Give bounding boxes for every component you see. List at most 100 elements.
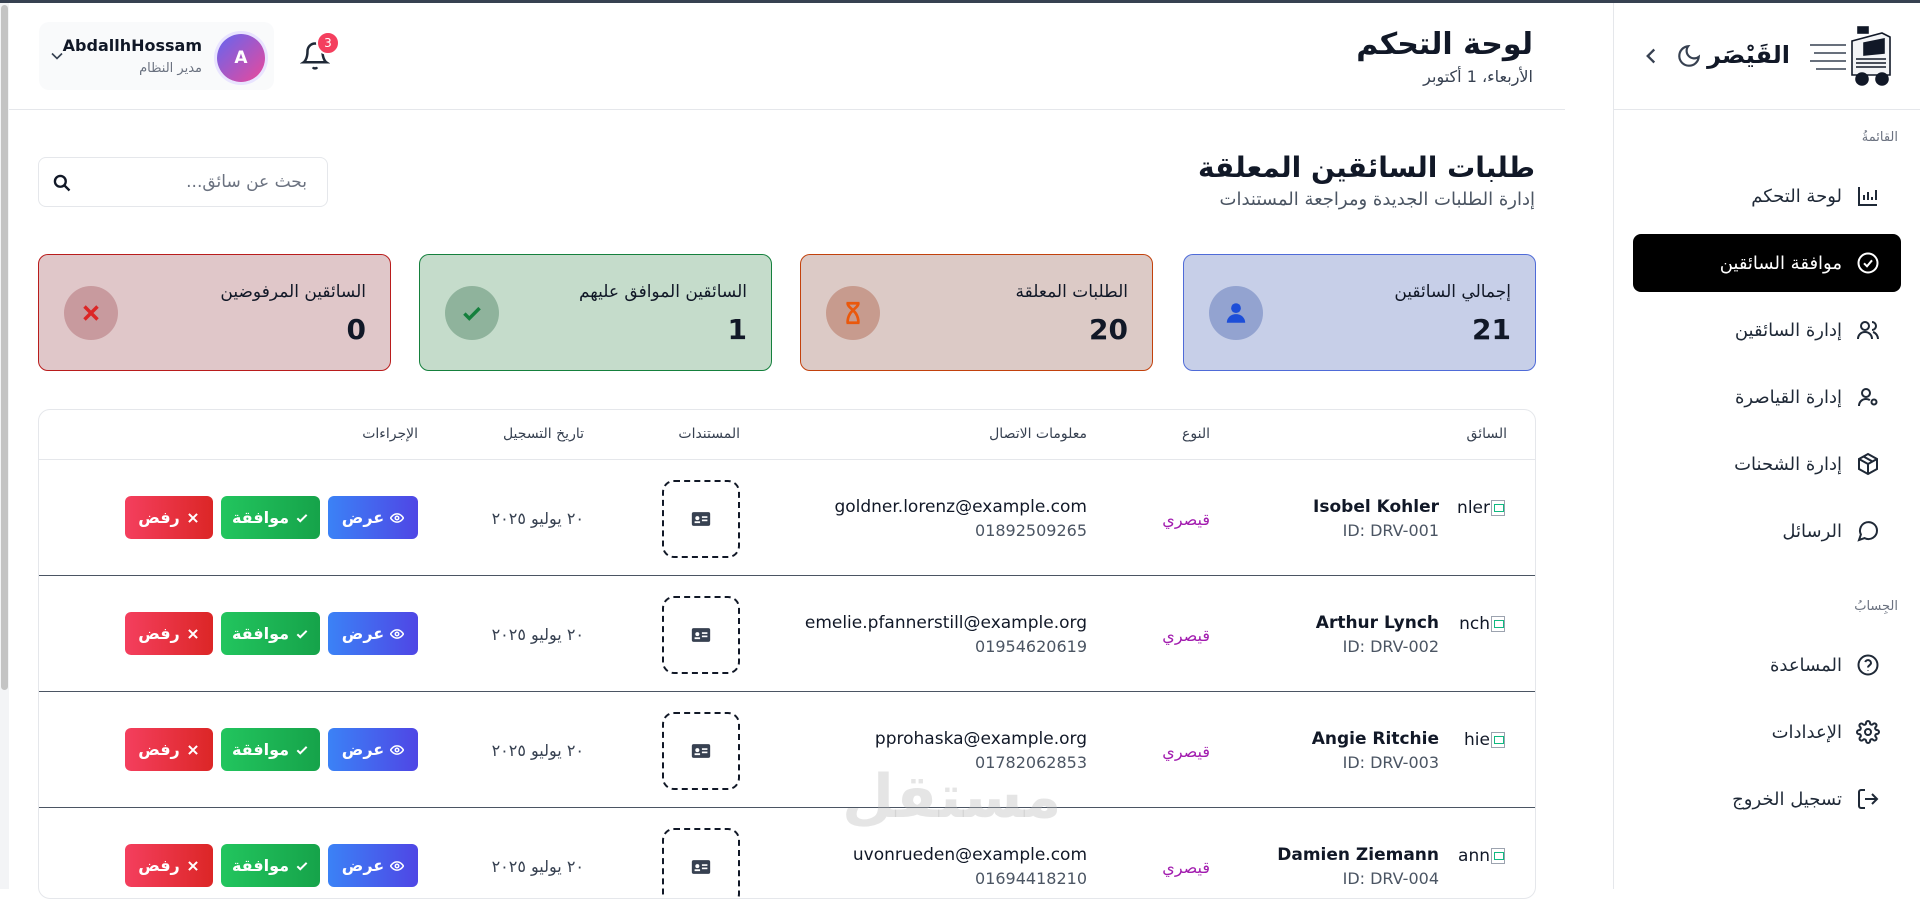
sidebar-item-logout[interactable]: تسجيل الخروج <box>1633 770 1901 828</box>
registration-date: ٢٠ يوليو ٢٠٢٥ <box>491 509 584 528</box>
moon-icon[interactable] <box>1676 43 1702 69</box>
table-row: nch Arthur Lynch ID: DRV-002 قيصري emeli… <box>39 576 1535 692</box>
reject-button[interactable]: رفض <box>125 612 213 655</box>
hourglass-icon-circle <box>826 286 880 340</box>
document-card[interactable] <box>662 480 740 558</box>
driver-name: Isobel Kohler <box>1313 497 1439 517</box>
logout-icon <box>1858 789 1879 809</box>
id-card-icon <box>691 744 711 758</box>
driver-email: pprohaska@example.org <box>874 729 1087 749</box>
view-button[interactable]: عرض <box>328 728 418 771</box>
scrollbar-thumb[interactable] <box>1 5 8 690</box>
stat-label: السائقين الموافق عليهم <box>578 282 747 302</box>
driver-id: ID: DRV-003 <box>1342 753 1439 772</box>
driver-email: emelie.pfannerstill@example.org <box>804 613 1087 633</box>
section-title: طلبات السائقين المعلقة <box>1197 151 1535 184</box>
table-row: ann Damien Ziemann ID: DRV-004 قيصري uvo… <box>39 808 1535 898</box>
stat-value: 20 <box>1089 313 1128 346</box>
search-icon[interactable] <box>52 173 72 193</box>
approve-button[interactable]: موافقة <box>221 728 320 771</box>
sidebar-section-account: الجِسابُ <box>1854 599 1898 614</box>
sidebar-section-menu: القائمةُ <box>1861 130 1898 145</box>
scrollbar[interactable] <box>0 3 9 889</box>
user-menu[interactable]: AbdallhHossam مدير النظام A <box>39 22 274 90</box>
sidebar-item-settings[interactable]: الإعدادات <box>1633 703 1901 761</box>
document-card[interactable] <box>662 596 740 674</box>
table-header: السائق النوع معلومات الاتصال المستندات ت… <box>39 410 1535 460</box>
user-name: AbdallhHossam <box>62 36 202 55</box>
section-subtitle: إدارة الطلبات الجديدة ومراجعة المستندات <box>1219 189 1535 210</box>
registration-date: ٢٠ يوليو ٢٠٢٥ <box>491 625 584 644</box>
notification-badge: 3 <box>316 31 340 55</box>
col-contact: معلومات الاتصال <box>989 426 1087 442</box>
watermark: مستقل <box>842 762 1062 832</box>
drivers-table: السائق النوع معلومات الاتصال المستندات ت… <box>38 409 1536 899</box>
stat-label: إجمالي السائقين <box>1394 282 1511 302</box>
col-type: النوع <box>1182 426 1210 442</box>
stat-card-approved: السائقين الموافق عليهم 1 <box>419 254 772 371</box>
sidebar-item-shipments[interactable]: إدارة الشحنات <box>1633 435 1901 493</box>
document-card[interactable] <box>662 712 740 790</box>
table-row: hie Angie Ritchie ID: DRV-003 قيصري ppro… <box>39 692 1535 808</box>
avatar[interactable]: A <box>217 34 265 82</box>
id-card-icon <box>691 512 711 526</box>
driver-photo: nler <box>1453 498 1505 522</box>
bar-chart-icon <box>1858 187 1877 206</box>
driver-photo: hie <box>1453 730 1505 754</box>
x-icon-circle <box>64 286 118 340</box>
check-icon <box>463 306 481 321</box>
driver-type: قيصري <box>1162 858 1210 877</box>
view-button[interactable]: عرض <box>328 844 418 887</box>
users-icon <box>1857 321 1879 340</box>
driver-phone: 01694418210 <box>975 869 1087 888</box>
table-row: nler Isobel Kohler ID: DRV-001 قيصري gol… <box>39 460 1535 576</box>
approve-button[interactable]: موافقة <box>221 844 320 887</box>
stat-card-rejected: السائقين المرفوضين 0 <box>38 254 391 371</box>
sidebar-header: القَيْصَر <box>1614 3 1920 110</box>
search-input[interactable] <box>77 158 327 206</box>
approve-button[interactable]: موافقة <box>221 496 320 539</box>
chevron-left-icon[interactable] <box>1638 43 1664 69</box>
driver-type: قيصري <box>1162 626 1210 645</box>
x-icon <box>187 512 198 523</box>
check-icon <box>296 745 308 755</box>
top-header: AbdallhHossam مدير النظام A 3 لوحة التحك… <box>9 3 1565 110</box>
document-card[interactable] <box>662 828 740 898</box>
reject-button[interactable]: رفض <box>125 844 213 887</box>
driver-email: goldner.lorenz@example.com <box>834 497 1087 517</box>
sidebar-item-messages[interactable]: الرسائل <box>1633 502 1901 560</box>
sidebar-item-caesars[interactable]: إدارة القياصرة <box>1633 368 1901 426</box>
driver-id: ID: DRV-002 <box>1342 637 1439 656</box>
stat-card-pending: الطلبات المعلقة 20 <box>800 254 1153 371</box>
view-button[interactable]: عرض <box>328 496 418 539</box>
sidebar-item-dashboard[interactable]: لوحة التحكم <box>1633 167 1901 225</box>
x-icon <box>187 628 198 639</box>
check-icon <box>296 629 308 639</box>
driver-name: Damien Ziemann <box>1277 845 1439 865</box>
page-title: لوحة التحكم <box>1356 27 1533 62</box>
check-circle-icon <box>1857 252 1879 274</box>
sidebar-item-drivers[interactable]: إدارة السائقين <box>1633 301 1901 359</box>
search-box[interactable] <box>38 157 328 207</box>
eye-icon <box>390 860 405 871</box>
driver-phone: 01892509265 <box>975 521 1087 540</box>
id-card-icon <box>691 628 711 642</box>
sidebar-item-help[interactable]: المساعدة <box>1633 636 1901 694</box>
driver-id: ID: DRV-004 <box>1342 869 1439 888</box>
message-icon <box>1857 521 1879 542</box>
hourglass-icon <box>846 301 860 325</box>
driver-photo: nch <box>1453 614 1505 638</box>
user-icon-circle <box>1209 286 1263 340</box>
check-icon <box>296 513 308 523</box>
approve-button[interactable]: موافقة <box>221 612 320 655</box>
driver-type: قيصري <box>1162 510 1210 529</box>
user-cog-icon <box>1858 388 1878 407</box>
id-card-icon <box>691 860 711 874</box>
reject-button[interactable]: رفض <box>125 728 213 771</box>
package-icon <box>1858 452 1878 476</box>
driver-name: Arthur Lynch <box>1315 613 1439 633</box>
reject-button[interactable]: رفض <box>125 496 213 539</box>
check-icon-circle <box>445 286 499 340</box>
view-button[interactable]: عرض <box>328 612 418 655</box>
sidebar-item-driver-approval[interactable]: موافقة السائقين <box>1633 234 1901 292</box>
